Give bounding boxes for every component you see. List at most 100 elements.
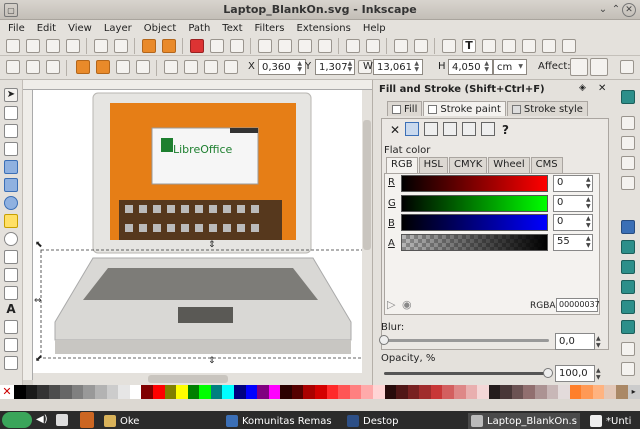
swatch-orange-2[interactable] (581, 385, 593, 399)
snap-midpoints-icon[interactable] (621, 320, 635, 334)
green-slider[interactable] (401, 195, 548, 212)
task-laptop-blankon[interactable]: Laptop_BlankOn.s (468, 413, 580, 429)
opacity-slider[interactable] (384, 372, 549, 375)
ungroup-icon[interactable] (414, 39, 428, 53)
swatch-gray-40[interactable] (60, 385, 72, 399)
selector-tool-icon[interactable]: ➤ (4, 88, 18, 102)
new-document-icon[interactable] (6, 39, 20, 53)
menu-object[interactable]: Object (144, 23, 177, 34)
swatch-red-3[interactable] (315, 385, 327, 399)
snap-toggle-icon[interactable] (621, 90, 635, 104)
swatch-tan[interactable] (616, 385, 628, 399)
swatch-gray-30[interactable] (48, 385, 61, 399)
tab-hsl[interactable]: HSL (418, 157, 449, 173)
save-icon[interactable] (46, 39, 60, 53)
paste-icon[interactable] (230, 39, 244, 53)
radial-gradient-icon[interactable] (443, 122, 457, 136)
swatch-darkred-1[interactable] (280, 385, 292, 399)
opacity-field[interactable]: 100,0 (555, 365, 595, 382)
raise-icon[interactable] (184, 60, 198, 74)
zoom-selection-icon[interactable] (258, 39, 272, 53)
swatch-gray-red-2[interactable] (500, 385, 512, 399)
preferences-icon[interactable] (522, 39, 536, 53)
swatch-gray-red-5[interactable] (535, 385, 547, 399)
swatch-red-5[interactable] (338, 385, 350, 399)
terminal-icon[interactable] (56, 414, 68, 426)
y-field[interactable]: 1,307 ▲ ▼ (315, 59, 355, 75)
swatch-red-8[interactable] (372, 385, 385, 399)
minimize-icon[interactable]: ⌄ (596, 3, 610, 17)
swatch-brown-5[interactable] (430, 385, 443, 399)
copy-icon[interactable] (210, 39, 224, 53)
flat-color-icon[interactable] (405, 122, 419, 136)
swatch-white[interactable] (129, 385, 142, 399)
maximize-icon[interactable]: ⌃ (609, 3, 623, 17)
menu-file[interactable]: File (8, 23, 25, 34)
snap-smooth-nodes-icon[interactable] (621, 300, 635, 314)
unit-select[interactable]: cm ▼ (493, 59, 527, 75)
swatch-gray-90[interactable] (118, 385, 130, 399)
swatch-gray-red-7[interactable] (558, 385, 570, 399)
start-menu-icon[interactable] (2, 412, 32, 428)
swatch-brown-1[interactable] (384, 385, 397, 399)
swatch-lime[interactable] (199, 385, 211, 399)
blur-field[interactable]: 0,0 (555, 333, 595, 350)
swatch-orange[interactable] (569, 385, 582, 399)
scale-handle-left-icon[interactable]: ⇔ (34, 296, 42, 306)
swatch-gray-10[interactable] (25, 385, 38, 399)
spray-tool-icon[interactable] (4, 320, 18, 334)
menu-filters[interactable]: Filters (255, 23, 285, 34)
eraser-tool-icon[interactable] (4, 338, 18, 352)
swatch-gray-50[interactable] (71, 385, 84, 399)
drawing-canvas[interactable]: LibreOffice ⇕ ⇕ ⇔ ⬉ ⬋ (33, 90, 372, 373)
swatch-navy[interactable] (233, 385, 246, 399)
snap-page-border-icon[interactable] (621, 362, 635, 376)
clone-icon[interactable] (366, 39, 380, 53)
palette-menu-icon[interactable]: ▸ (627, 385, 640, 399)
task-destop[interactable]: Destop (347, 413, 398, 429)
xml-editor-icon[interactable] (482, 39, 496, 53)
scale-handle-corner-tl-icon[interactable]: ⬉ (35, 240, 43, 250)
rgba-field[interactable]: 00000037 (556, 298, 600, 312)
raise-to-top-icon[interactable] (164, 60, 178, 74)
menu-edit[interactable]: Edit (37, 23, 56, 34)
ellipse-tool-icon[interactable] (4, 196, 18, 210)
swatch-brown-8[interactable] (465, 385, 478, 399)
tab-rgb[interactable]: RGB (386, 157, 418, 173)
flip-vertical-icon[interactable] (136, 60, 150, 74)
redo-icon[interactable] (162, 39, 176, 53)
swatch-gray-80[interactable] (106, 385, 119, 399)
swatch-gray-red-1[interactable] (488, 385, 501, 399)
swatch-gray-60[interactable] (83, 385, 96, 399)
rotate-ccw-icon[interactable] (76, 60, 90, 74)
scale-corners-icon[interactable] (590, 58, 608, 76)
rotate-cw-icon[interactable] (96, 60, 110, 74)
pencil-tool-icon[interactable] (4, 250, 18, 264)
star-tool-icon[interactable] (4, 214, 18, 228)
alpha-slider[interactable] (401, 234, 548, 251)
blue-stepper-icon[interactable]: ▲ ▼ (586, 215, 591, 229)
blue-slider[interactable] (401, 214, 548, 231)
select-all-icon[interactable] (6, 60, 20, 74)
menu-text[interactable]: Text (222, 23, 242, 34)
swatch-gray-red-3[interactable] (511, 385, 524, 399)
align-distribute-icon[interactable] (502, 39, 516, 53)
horizontal-scroll-thumb[interactable] (148, 375, 228, 383)
blur-stepper-icon[interactable]: ▲ ▼ (596, 335, 601, 349)
blur-slider[interactable] (384, 339, 549, 342)
unset-paint-label[interactable]: ? (502, 123, 509, 137)
menu-help[interactable]: Help (363, 23, 386, 34)
group-icon[interactable] (394, 39, 408, 53)
zoom-page-icon[interactable] (298, 39, 312, 53)
swatch-yellow[interactable] (176, 385, 188, 399)
calendar-icon[interactable] (80, 412, 94, 428)
swatch-maroon[interactable] (141, 385, 153, 399)
menu-view[interactable]: View (68, 23, 92, 34)
close-icon[interactable]: ✕ (622, 3, 636, 17)
vertical-scrollbar[interactable] (362, 90, 372, 373)
snap-nodes-icon[interactable] (621, 220, 635, 234)
swatch-green[interactable] (187, 385, 200, 399)
snap-bbox-edge-icon[interactable] (621, 136, 635, 150)
print-icon[interactable] (66, 39, 80, 53)
swatch-olive[interactable] (164, 385, 177, 399)
